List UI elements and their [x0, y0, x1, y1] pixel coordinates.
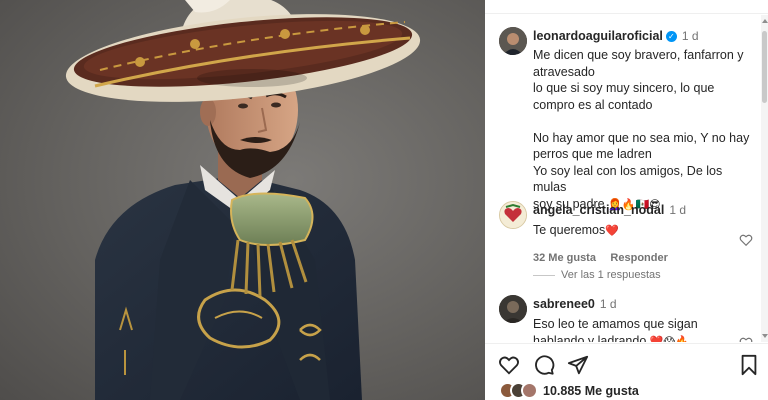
commenter-avatar-image [500, 202, 526, 228]
caption-text: Me dicen que soy bravero, fanfarron y at… [533, 47, 755, 213]
verified-badge-icon: ✓ [665, 31, 677, 42]
caption-line [533, 113, 755, 130]
caption-line: atravesado [533, 64, 595, 79]
author-avatar-image [499, 27, 527, 55]
comment-text-line: Te queremos❤️ [533, 222, 733, 240]
like-count[interactable]: 10.885 Me gusta [543, 384, 639, 398]
comment-body: sabrenee0 1 d Eso leo te amamos que sigan… [533, 295, 733, 342]
author-username[interactable]: leonardoaguilaroficial [533, 29, 663, 43]
liker-avatar [521, 382, 538, 399]
caption-line: No hay amor que no sea mio, Y no hay [533, 130, 750, 145]
commenter-avatar-image [499, 295, 527, 323]
commenter-avatar[interactable] [499, 201, 527, 229]
heart-icon[interactable] [498, 354, 520, 376]
caption-line: compro es al contado [533, 97, 653, 112]
commenter-username[interactable]: angela_cristian_nodal [533, 203, 664, 217]
post-actions-bar: 10.885 Me gusta [485, 343, 768, 400]
view-replies-label: Ver las 1 respuestas [561, 269, 661, 281]
post-sidebar: leonardoaguilaroficial ✓ 1 d Me dicen que … [485, 0, 768, 400]
comment-emoji: ❤️😱🔥 [649, 335, 689, 343]
comment-heart-icon[interactable] [739, 233, 753, 247]
comment-item: angela_cristian_nodal 1 d Te queremos❤️ 3… [499, 201, 759, 271]
comment-likes[interactable]: 32 Me gusta [533, 252, 596, 264]
comment-text: Te queremos [533, 223, 606, 237]
comment-heart-icon[interactable] [739, 336, 753, 342]
comment-body: angela_cristian_nodal 1 d Te queremos❤️ 3… [533, 201, 733, 266]
commenter-username[interactable]: sabrenee0 [533, 297, 595, 311]
comment-text-line: Eso leo te amamos que sigan [533, 317, 698, 331]
comments-scrollbar[interactable] [761, 15, 768, 342]
comment-item: sabrenee0 1 d Eso leo te amamos que sigan… [499, 295, 759, 342]
scroll-down-arrow-icon[interactable] [762, 334, 768, 338]
replies-dash [533, 274, 555, 276]
comment-meta: 32 Me gusta Responder [533, 248, 733, 266]
scroll-up-arrow-icon[interactable] [762, 19, 768, 23]
charro-portrait-image [65, 0, 421, 400]
commenter-avatar[interactable] [499, 295, 527, 323]
bookmark-icon[interactable] [738, 354, 760, 376]
comment-text-line: hablando y ladrando [533, 333, 647, 343]
comment-icon[interactable] [533, 354, 555, 376]
reply-button[interactable]: Responder [610, 252, 667, 264]
comment-text-line: hablando y ladrando ❤️😱🔥 [533, 333, 733, 343]
comment-emoji: ❤️ [605, 225, 619, 237]
caption-line: Yo soy leal con los amigos, De los mulas [533, 163, 723, 195]
comment-text: Eso leo te amamos que sigan hablando y l… [533, 316, 733, 342]
caption-body: leonardoaguilaroficial ✓ 1 d Me dicen que … [533, 27, 755, 213]
caption-line: perros que me ladren [533, 147, 652, 161]
share-icon[interactable] [567, 354, 589, 376]
comment-time[interactable]: 1 d [600, 297, 617, 311]
comments-scroll-area[interactable]: leonardoaguilaroficial ✓ 1 d Me dicen que … [485, 15, 761, 342]
caption-line: lo que si soy muy sincero, lo que [533, 81, 715, 95]
post-time[interactable]: 1 d [682, 29, 699, 43]
post-photo[interactable] [0, 0, 485, 400]
author-avatar[interactable] [499, 27, 527, 55]
view-replies-link[interactable]: Ver las 1 respuestas [533, 269, 661, 281]
scrollbar-thumb[interactable] [762, 31, 767, 103]
header-divider [485, 0, 768, 14]
comment-time[interactable]: 1 d [669, 203, 686, 217]
caption-line: Me dicen que soy bravero, fanfarron y [533, 48, 744, 62]
